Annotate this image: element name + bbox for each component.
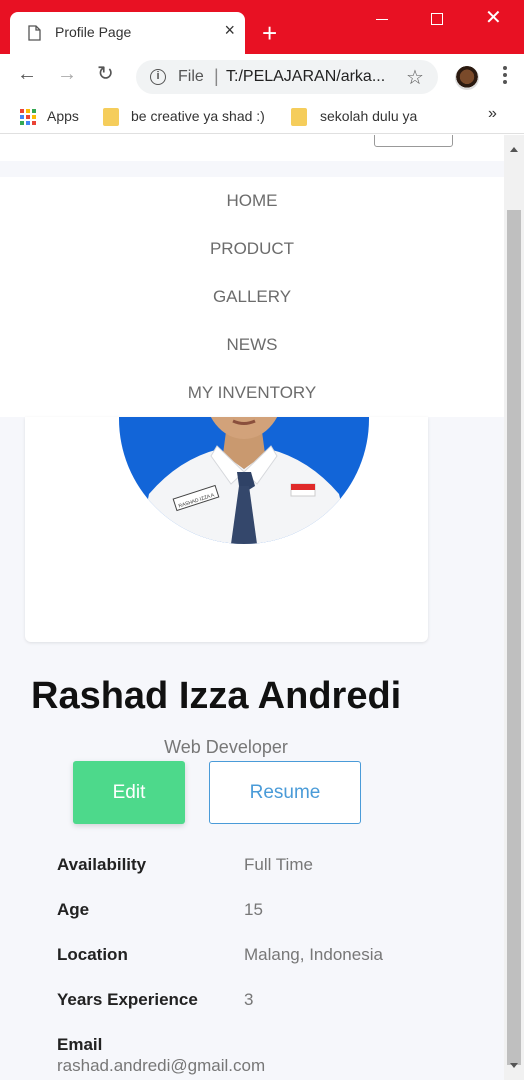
forward-arrow-icon[interactable]: → bbox=[57, 64, 77, 84]
nav-item-product[interactable]: PRODUCT bbox=[0, 239, 504, 259]
age-label: Age bbox=[57, 900, 90, 919]
tab-title: Profile Page bbox=[55, 24, 132, 40]
years-experience-label: Years Experience bbox=[57, 990, 198, 1009]
address-scheme: File bbox=[178, 68, 204, 85]
menu-toggle-button[interactable] bbox=[374, 135, 453, 147]
window-close-icon[interactable]: ✕ bbox=[485, 8, 502, 28]
profile-photo: RASHAD IZZA A bbox=[119, 417, 369, 544]
page-header bbox=[0, 135, 504, 161]
profile-photo-card: RASHAD IZZA A bbox=[25, 417, 428, 642]
location-value: Malang, Indonesia bbox=[244, 945, 383, 964]
page-icon bbox=[28, 25, 41, 41]
back-arrow-icon[interactable]: ← bbox=[17, 64, 37, 84]
minimize-icon[interactable] bbox=[376, 19, 388, 20]
bookmark-sekolah[interactable]: sekolah dulu ya bbox=[320, 108, 417, 124]
bookmark-be-creative[interactable]: be creative ya shad :) bbox=[131, 108, 265, 124]
availability-label: Availability bbox=[57, 855, 147, 874]
bookmarks-bar: Apps be creative ya shad :) sekolah dulu… bbox=[0, 100, 524, 134]
reload-icon[interactable]: ↻ bbox=[97, 64, 114, 84]
resume-button[interactable]: Resume bbox=[209, 761, 361, 824]
edit-button[interactable]: Edit bbox=[73, 761, 185, 824]
browser-tab[interactable]: Profile Page × bbox=[10, 12, 245, 54]
info-icon[interactable]: i bbox=[150, 69, 166, 85]
age-value: 15 bbox=[244, 900, 263, 919]
email-value[interactable]: rashad.andredi@gmail.com bbox=[57, 1056, 265, 1076]
apps-grid-icon[interactable] bbox=[20, 109, 36, 125]
address-bar[interactable]: i File | T:/PELAJARAN/arka... ☆ bbox=[136, 60, 438, 94]
email-label: Email bbox=[57, 1035, 103, 1054]
browser-titlebar: Profile Page × + ✕ bbox=[0, 0, 524, 54]
bookmark-apps[interactable]: Apps bbox=[47, 108, 79, 124]
page-viewport: HOME PRODUCT GALLERY NEWS MY INVENTORY R… bbox=[0, 135, 504, 1080]
profile-avatar-icon[interactable] bbox=[455, 66, 479, 90]
nav-item-my-inventory[interactable]: MY INVENTORY bbox=[0, 383, 504, 403]
folder-icon bbox=[291, 108, 307, 126]
profile-role: Web Developer bbox=[164, 737, 288, 757]
years-experience-value: 3 bbox=[244, 990, 254, 1009]
address-separator: | bbox=[214, 66, 219, 86]
scroll-down-arrow-icon[interactable] bbox=[510, 1063, 518, 1068]
kebab-menu-icon[interactable] bbox=[503, 66, 507, 86]
folder-icon bbox=[103, 108, 119, 126]
scroll-up-arrow-icon[interactable] bbox=[510, 147, 518, 152]
scroll-thumb[interactable] bbox=[507, 210, 521, 1065]
address-url[interactable]: T:/PELAJARAN/arka... bbox=[226, 68, 385, 86]
location-label: Location bbox=[57, 945, 128, 964]
nav-item-gallery[interactable]: GALLERY bbox=[0, 287, 504, 307]
profile-name: Rashad Izza Andredi bbox=[31, 675, 402, 717]
nav-item-news[interactable]: NEWS bbox=[0, 335, 504, 355]
availability-value: Full Time bbox=[244, 855, 313, 874]
bookmark-star-icon[interactable]: ☆ bbox=[406, 65, 424, 90]
maximize-icon[interactable] bbox=[431, 13, 443, 25]
page-scrollbar[interactable] bbox=[504, 135, 524, 1080]
tab-close-icon[interactable]: × bbox=[224, 21, 235, 39]
nav-menu: HOME PRODUCT GALLERY NEWS MY INVENTORY bbox=[0, 177, 504, 417]
browser-toolbar: ← → ↻ i File | T:/PELAJARAN/arka... ☆ bbox=[0, 54, 524, 100]
profile-photo-illustration: RASHAD IZZA A bbox=[139, 417, 351, 544]
new-tab-button[interactable]: + bbox=[262, 20, 277, 46]
nav-item-home[interactable]: HOME bbox=[0, 191, 504, 211]
bookmarks-overflow-icon[interactable]: » bbox=[488, 105, 497, 123]
